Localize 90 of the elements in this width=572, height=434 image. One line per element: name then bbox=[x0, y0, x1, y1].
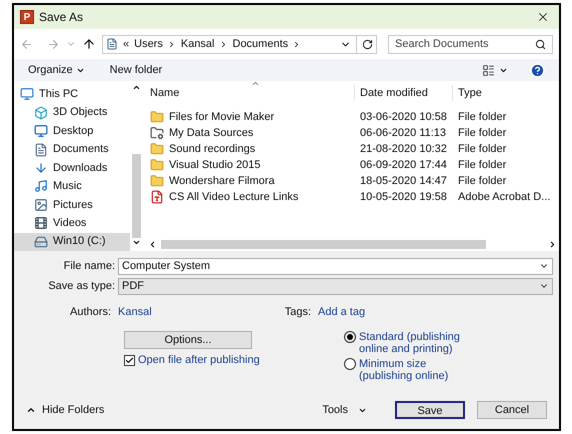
file-name[interactable]: Sound recordings bbox=[169, 140, 256, 158]
scroll-right-icon[interactable] bbox=[548, 240, 557, 248]
sidebar-item[interactable]: Documents bbox=[14, 140, 130, 159]
radio-label[interactable]: Minimum size (publishing online) bbox=[359, 358, 479, 382]
column-header[interactable]: Date modified bbox=[355, 84, 453, 102]
drive-icon bbox=[34, 234, 48, 249]
search-field[interactable]: Search Documents bbox=[388, 34, 553, 54]
scroll-left-icon[interactable] bbox=[148, 240, 157, 248]
file-name[interactable]: Visual Studio 2015 bbox=[169, 156, 261, 174]
up-icon[interactable] bbox=[82, 37, 96, 51]
type-cell-text: File folder bbox=[457, 110, 506, 125]
sidebar-item[interactable]: Win10 (C:) bbox=[14, 232, 130, 251]
sort-icon bbox=[251, 79, 260, 88]
cancel-button[interactable]: Cancel bbox=[477, 401, 547, 419]
column-header[interactable]: Type bbox=[453, 84, 482, 102]
hide-folders-button[interactable]: Hide Folders bbox=[26, 402, 104, 418]
authors-link[interactable]: Kansal bbox=[118, 304, 268, 320]
options-button[interactable]: Options... bbox=[124, 331, 252, 349]
file-type-dropdown[interactable]: PDF bbox=[118, 278, 553, 294]
picture-icon bbox=[34, 198, 48, 212]
date-cell-text: 03-06-2020 10:58 bbox=[359, 110, 448, 125]
sidebar-item[interactable]: Videos bbox=[14, 214, 130, 232]
radio-button[interactable] bbox=[344, 331, 356, 343]
date-cell-text: 21-08-2020 10:32 bbox=[359, 142, 448, 157]
type-cell-text: File folder bbox=[457, 174, 506, 189]
computer-icon bbox=[20, 87, 34, 102]
overflow-marker: « bbox=[123, 36, 130, 52]
search-icon bbox=[535, 38, 546, 50]
document-icon bbox=[106, 38, 118, 50]
refresh-icon[interactable] bbox=[362, 38, 373, 50]
scroll-up-icon[interactable] bbox=[132, 83, 140, 92]
breadcrumb-item[interactable]: Kansal bbox=[180, 36, 214, 52]
address-bar[interactable]: « Users Kansal Documents bbox=[102, 34, 377, 54]
search-placeholder: Search Documents bbox=[395, 36, 490, 52]
type-cell-text: Adobe Acrobat D... bbox=[457, 190, 550, 205]
checkbox-label[interactable]: Open file after publishing bbox=[138, 353, 260, 367]
breadcrumb-item[interactable]: Documents bbox=[232, 36, 288, 52]
field-label: Save as type: bbox=[47, 278, 116, 294]
save-button[interactable]: Save bbox=[395, 401, 465, 419]
new-folder-button[interactable]: New folder bbox=[110, 62, 162, 78]
folder-icon bbox=[150, 110, 164, 124]
music-note-icon bbox=[34, 179, 48, 194]
sidebar-item[interactable]: 3D Objects bbox=[14, 103, 130, 122]
breadcrumb-item[interactable]: Users bbox=[134, 36, 163, 52]
type-cell-text: File folder bbox=[457, 126, 506, 141]
folder-icon bbox=[150, 174, 164, 188]
view-icon[interactable] bbox=[482, 64, 495, 76]
folder-icon bbox=[150, 158, 164, 172]
tools-button[interactable]: Tools bbox=[322, 402, 367, 418]
cube-icon bbox=[34, 106, 48, 120]
document-icon bbox=[34, 142, 48, 157]
date-cell-text: 06-09-2020 17:44 bbox=[359, 158, 448, 173]
file-name[interactable]: My Data Sources bbox=[169, 124, 254, 142]
file-name-field[interactable]: Computer System bbox=[118, 258, 553, 274]
pdf-file-icon bbox=[150, 190, 164, 204]
sidebar-item[interactable]: Desktop bbox=[14, 122, 130, 140]
add-tag-link[interactable]: Add a tag bbox=[318, 304, 366, 320]
checkbox[interactable] bbox=[124, 354, 135, 366]
help-icon[interactable] bbox=[530, 62, 545, 78]
type-cell-text: File folder bbox=[457, 158, 506, 173]
file-name[interactable]: Wondershare Filmora bbox=[169, 172, 275, 190]
sidebar-item[interactable]: This PC bbox=[14, 85, 130, 104]
type-cell-text: File folder bbox=[457, 142, 506, 157]
field-label: Authors: bbox=[69, 304, 112, 320]
organize-button[interactable]: Organize bbox=[28, 62, 85, 78]
file-name[interactable]: CS All Video Lecture Links bbox=[169, 188, 298, 206]
date-cell-text: 18-05-2020 14:47 bbox=[359, 174, 448, 189]
app-icon: P bbox=[20, 10, 34, 24]
file-name[interactable]: Files for Movie Maker bbox=[169, 108, 274, 126]
sidebar-item[interactable]: Downloads bbox=[14, 158, 130, 178]
window-title: Save As bbox=[39, 9, 84, 26]
sidebar-item[interactable]: Pictures bbox=[14, 196, 130, 214]
close-icon bbox=[536, 10, 550, 24]
date-cell-text: 06-06-2020 11:13 bbox=[359, 126, 448, 141]
scroll-down-icon[interactable] bbox=[132, 238, 140, 247]
caret-icon bbox=[26, 405, 36, 415]
radio-button[interactable] bbox=[344, 358, 356, 370]
download-icon bbox=[34, 160, 48, 175]
field-label: Tags: bbox=[284, 304, 312, 320]
date-cell-text: 10-05-2020 19:58 bbox=[359, 190, 448, 205]
scrollbar-thumb[interactable] bbox=[161, 240, 486, 248]
sidebar-item[interactable]: Music bbox=[14, 177, 130, 196]
monitor-icon bbox=[34, 124, 48, 138]
film-icon bbox=[34, 216, 48, 230]
scrollbar-thumb[interactable] bbox=[132, 154, 140, 238]
field-label: File name: bbox=[62, 258, 116, 274]
radio-label[interactable]: Standard (publishing online and printing) bbox=[359, 331, 479, 355]
folder-icon bbox=[150, 142, 164, 156]
folder-gear-icon bbox=[150, 126, 164, 140]
column-header[interactable]: Name bbox=[148, 84, 355, 102]
